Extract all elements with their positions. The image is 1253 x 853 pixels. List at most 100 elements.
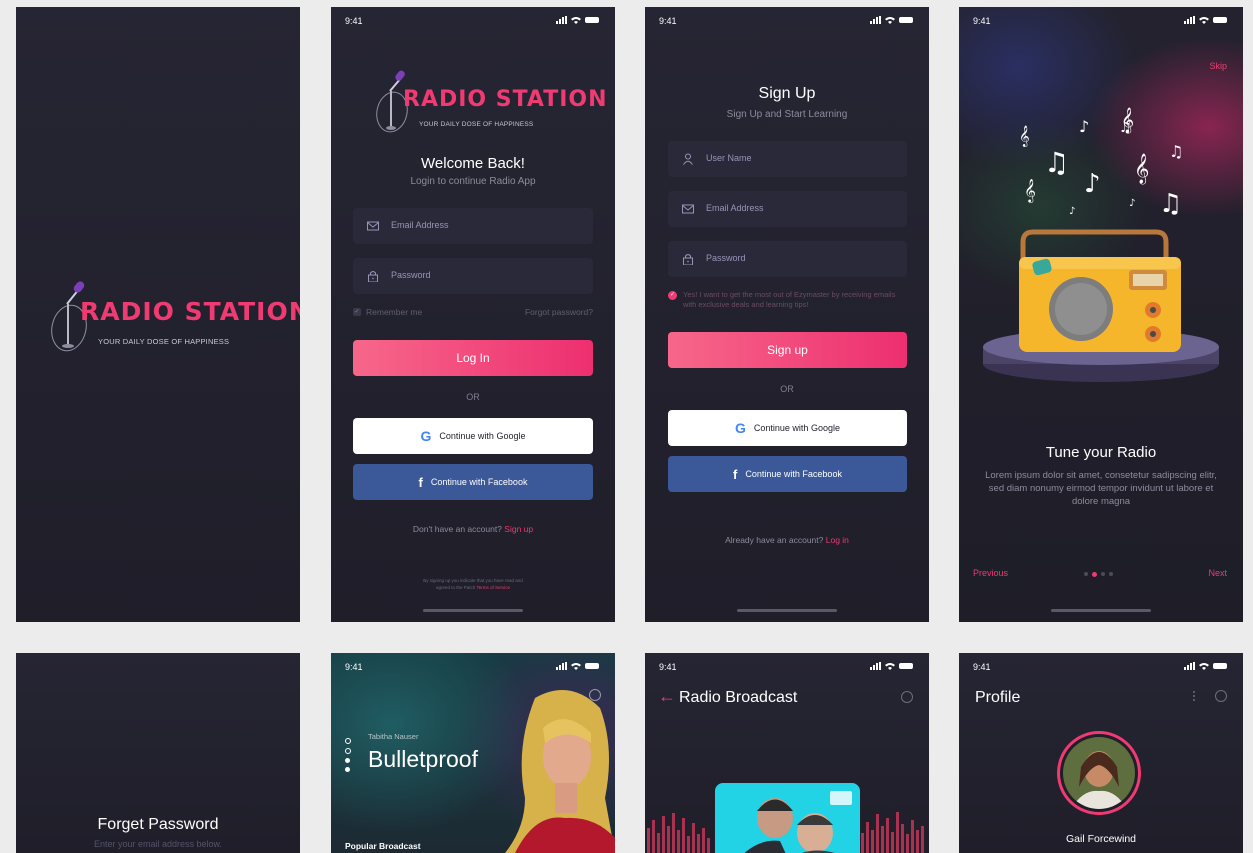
home-indicator — [1051, 609, 1151, 612]
google-button-label: Continue with Google — [753, 423, 840, 433]
terms-mid: agreed to the Patch — [436, 585, 476, 590]
search-icon[interactable] — [901, 691, 913, 703]
username-placeholder: User Name — [706, 153, 752, 163]
status-bar: 9:41 — [331, 7, 615, 31]
svg-text:𝄞: 𝄞 — [1024, 178, 1036, 203]
more-vertical-icon[interactable] — [1193, 691, 1195, 701]
wifi-icon — [1199, 17, 1209, 24]
music-notes-illustration: 𝄞 ♫ 𝄞 ♪ ♪ ♫ 𝄞 𝄞 ♫ ♫ ♪ ♪ — [1019, 107, 1183, 219]
email-field[interactable]: Email Address — [353, 208, 593, 244]
login-screen: 9:41 RADIO STATION YOUR DAILY DOSE OF HA… — [331, 7, 615, 622]
email-placeholder: Email Address — [706, 203, 764, 213]
terms-text: By signing up you indicate that you have… — [331, 577, 615, 591]
status-bar: 9:41 — [959, 7, 1243, 31]
facebook-signup-button[interactable]: f Continue with Facebook — [668, 456, 907, 492]
username-field[interactable]: User Name — [668, 141, 907, 177]
brand-logo: RADIO STATION YOUR DAILY DOSE OF HAPPINE… — [375, 67, 607, 137]
artist-name: Tabitha Nauser — [368, 732, 419, 741]
search-icon[interactable] — [1215, 690, 1227, 702]
signup-link[interactable]: Sign up — [504, 524, 533, 534]
onboarding-screen: 9:41 Skip 𝄞 ♫ 𝄞 ♪ ♪ ♫ 𝄞 𝄞 ♫ ♫ ♪ ♪ Tune y… — [959, 7, 1243, 622]
facebook-button-label: Continue with Facebook — [745, 469, 842, 479]
home-indicator — [737, 609, 837, 612]
google-login-button[interactable]: G Continue with Google — [353, 418, 593, 454]
remember-me-label: Remember me — [366, 307, 423, 317]
equalizer-bars-right — [861, 812, 924, 853]
track-dots — [345, 738, 351, 772]
back-arrow-icon[interactable]: ← — [658, 687, 676, 705]
signal-icon — [556, 662, 567, 670]
profile-title: Profile — [975, 689, 1021, 706]
terms-link[interactable]: Terms of Service — [476, 585, 510, 590]
have-account-text: Already have an account? — [725, 535, 824, 545]
battery-icon — [899, 663, 913, 669]
email-field[interactable]: Email Address — [668, 191, 907, 227]
facebook-icon: f — [733, 466, 738, 482]
forgot-title: Forget Password — [97, 816, 219, 833]
remember-me-checkbox[interactable]: ✓ Remember me — [353, 307, 422, 317]
svg-text:𝄞: 𝄞 — [1121, 107, 1134, 133]
svg-text:𝄞: 𝄞 — [1134, 153, 1149, 185]
google-icon: G — [735, 420, 746, 436]
wifi-icon — [885, 663, 895, 670]
password-field[interactable]: Password — [353, 258, 593, 294]
status-time: 9:41 — [345, 16, 363, 26]
svg-text:𝄞: 𝄞 — [1019, 126, 1030, 147]
onboarding-body: Lorem ipsum dolor sit amet, consetetur s… — [985, 470, 1217, 507]
previous-button[interactable]: Previous — [973, 568, 1008, 578]
status-time: 9:41 — [345, 662, 363, 672]
onboarding-title: Tune your Radio — [1045, 444, 1157, 461]
svg-text:♪: ♪ — [1084, 169, 1101, 199]
avatar[interactable] — [1057, 731, 1141, 815]
song-title: Bulletproof — [368, 746, 478, 772]
no-account-text: Don't have an account? — [412, 524, 502, 534]
checkbox-icon: ✓ — [353, 308, 361, 316]
facebook-login-button[interactable]: f Continue with Facebook — [353, 464, 593, 500]
forgot-subtitle: Enter your email address below. — [93, 839, 223, 849]
signup-button[interactable]: Sign up — [668, 332, 907, 368]
signup-subtitle: Sign Up and Start Learning — [726, 109, 848, 120]
mail-icon — [367, 221, 379, 231]
password-field[interactable]: Password — [668, 241, 907, 277]
svg-text:♪: ♪ — [1129, 198, 1135, 209]
page-dot-active — [1092, 571, 1097, 577]
brand-title: RADIO STATION — [80, 297, 300, 326]
signal-icon — [870, 16, 881, 24]
page-indicator — [1084, 571, 1113, 577]
battery-icon — [1213, 663, 1227, 669]
broadcast-cover — [715, 783, 860, 853]
next-button[interactable]: Next — [1208, 568, 1227, 578]
login-link[interactable]: Log in — [826, 535, 849, 545]
or-divider: OR — [466, 392, 480, 402]
search-icon[interactable] — [589, 689, 601, 701]
signal-icon — [1184, 16, 1195, 24]
user-icon — [683, 153, 693, 165]
terms-line-2: agreed to the Patch Terms of Service — [331, 584, 615, 591]
status-time: 9:41 — [659, 16, 677, 26]
forgot-password-link[interactable]: Forgot password? — [525, 307, 593, 317]
artist-photo — [505, 690, 615, 853]
lock-icon — [368, 271, 378, 282]
google-signup-button[interactable]: G Continue with Google — [668, 410, 907, 446]
status-time: 9:41 — [973, 662, 991, 672]
broadcast-screen: 9:41 ← Radio Broadcast — [645, 653, 929, 853]
login-button[interactable]: Log In — [353, 340, 593, 376]
svg-text:♫: ♫ — [1159, 189, 1182, 219]
player-screen: 9:41 Tabitha Nauser Bulletproof Popular … — [331, 653, 615, 853]
status-bar: 9:41 — [645, 7, 929, 31]
svg-text:♫: ♫ — [1169, 142, 1183, 161]
status-time: 9:41 — [973, 16, 991, 26]
signup-prompt: Don't have an account? Sign up — [331, 524, 615, 534]
wifi-icon — [1199, 663, 1209, 670]
login-prompt: Already have an account? Log in — [645, 535, 929, 545]
login-title: Welcome Back! — [421, 155, 525, 172]
skip-button[interactable]: Skip — [1209, 61, 1227, 71]
login-subtitle: Login to continue Radio App — [410, 176, 536, 187]
signup-title: Sign Up — [758, 85, 816, 102]
brand-tagline: YOUR DAILY DOSE OF HAPPINESS — [419, 121, 534, 128]
wifi-icon — [571, 663, 581, 670]
home-indicator — [423, 609, 523, 612]
status-bar: 9:41 — [959, 653, 1243, 677]
broadcast-title: Radio Broadcast — [679, 689, 798, 706]
page-dot — [1084, 572, 1088, 576]
